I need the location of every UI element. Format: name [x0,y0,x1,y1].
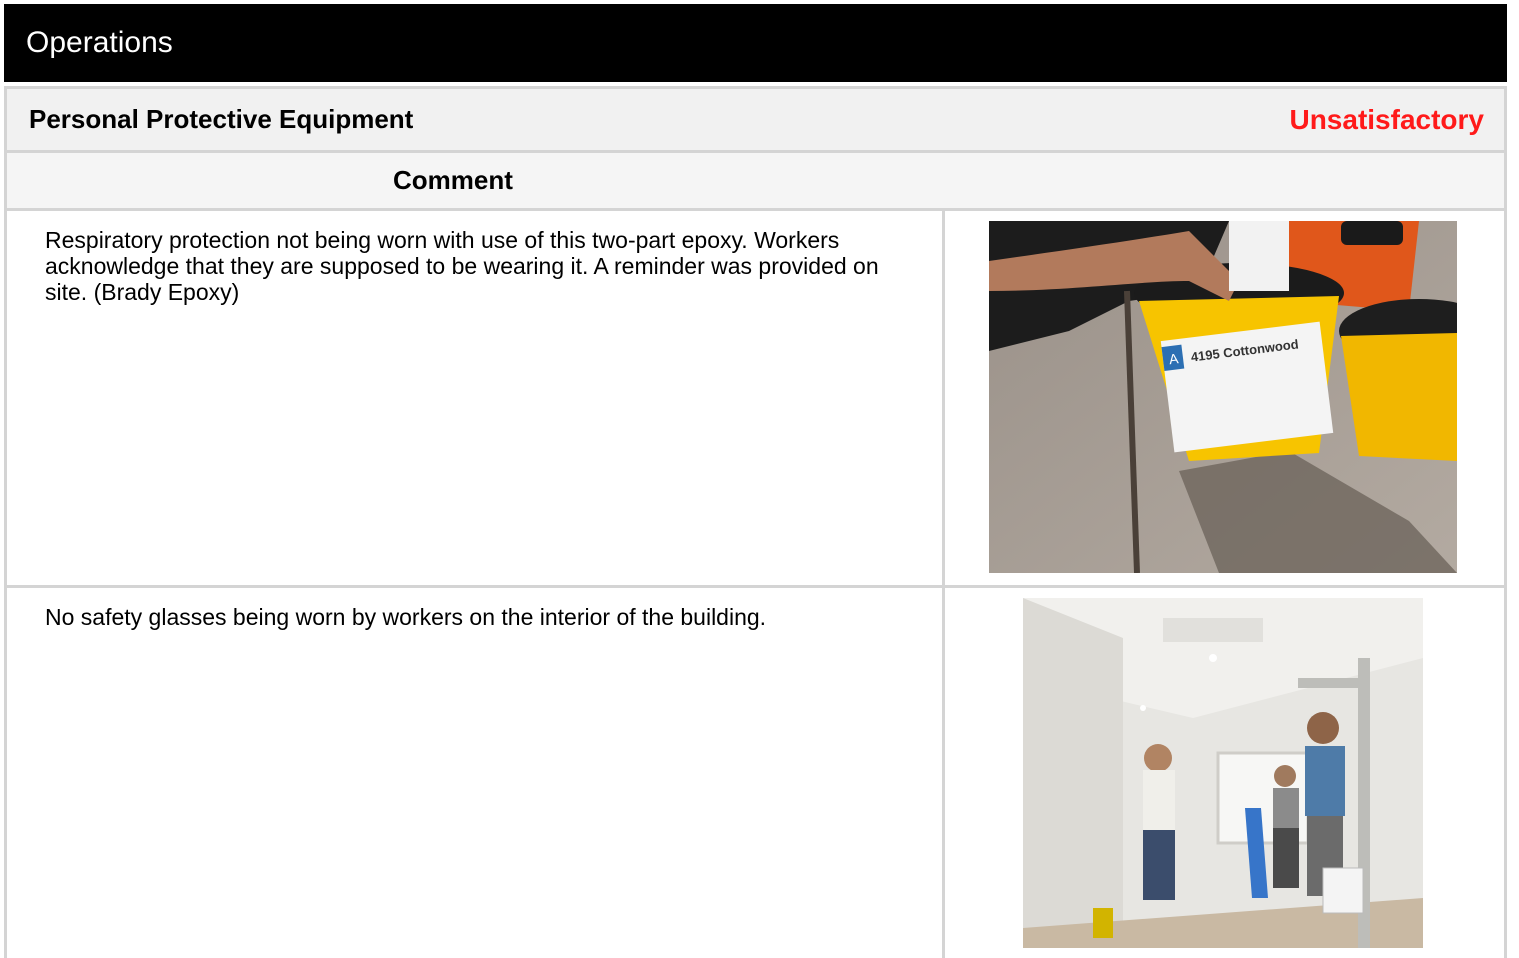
status-label: Unsatisfactory [1289,103,1484,135]
table-row: No safety glasses being worn by workers … [4,588,1507,958]
comment-header-label: Comment [393,165,513,195]
category-title: Operations [26,26,173,59]
column-divider [942,211,945,585]
table-row: Respiratory protection not being worn wi… [4,211,1507,588]
photo-epoxy-bucket-image: A 4195 Cottonwood [989,221,1457,573]
comment-text: Respiratory protection not being worn wi… [45,227,879,305]
photo-interior-workers-image [1023,598,1423,948]
section-header: Personal Protective Equipment Unsatisfac… [4,86,1507,153]
comment-column-header: Comment [4,153,1507,211]
column-divider [942,588,945,958]
photo-epoxy-bucket[interactable]: A 4195 Cottonwood [989,221,1457,573]
photo-interior-workers[interactable] [1023,598,1423,948]
section-title: Personal Protective Equipment [29,104,414,134]
comment-text: No safety glasses being worn by workers … [45,604,767,630]
category-header: Operations [4,4,1507,82]
report-page: Operations Personal Protective Equipment… [4,4,1507,958]
